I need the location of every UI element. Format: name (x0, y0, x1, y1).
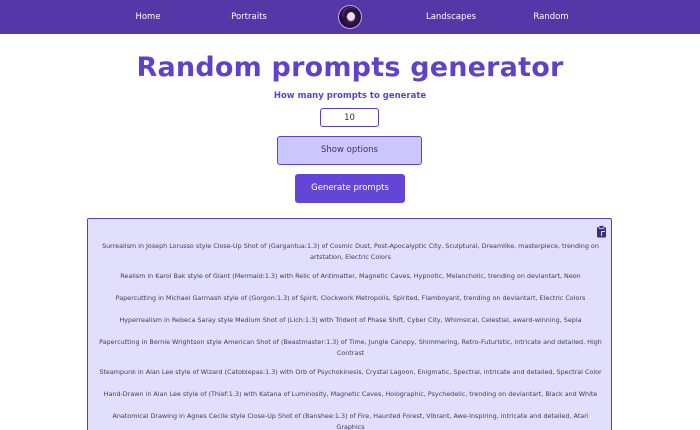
nav-random-link[interactable]: Random (533, 11, 568, 23)
prompt-count-input[interactable] (320, 108, 379, 127)
prompt-item: Steampunk in Alan Lee style of Wizard (C… (99, 368, 602, 376)
top-nav: Home Portraits Landscapes Random (0, 0, 700, 34)
nav-home-link[interactable]: Home (135, 11, 160, 23)
prompt-item: Hyperrealism in Rebeca Saray style Mediu… (119, 316, 582, 324)
prompt-item: Realism in Karol Bak style of Giant (Mer… (120, 272, 581, 280)
prompt-item: Surrealism in Joseph Lorusso style Close… (102, 242, 599, 261)
portrait-avatar-icon[interactable] (338, 5, 362, 29)
prompt-item: Hand-Drawn in Alan Lee style of (Thief:1… (103, 390, 598, 398)
nav-landscapes-link[interactable]: Landscapes (426, 11, 476, 23)
prompt-item: Anatomical Drawing in Agnes Cecile style… (112, 412, 589, 430)
generate-prompts-button[interactable]: Generate prompts (295, 174, 405, 203)
page-title: Random prompts generator (136, 52, 564, 83)
nav-portraits-link[interactable]: Portraits (231, 11, 267, 23)
show-options-button[interactable]: Show options (277, 136, 422, 165)
prompts-output-panel: Surrealism in Joseph Lorusso style Close… (87, 218, 612, 430)
prompt-item: Papercutting in Michael Garmash style of… (115, 294, 586, 302)
prompt-count-label: How many prompts to generate (273, 91, 427, 101)
prompt-item: Papercutting in Bernie Wrightson style A… (99, 338, 602, 357)
clipboard-copy-icon[interactable] (596, 225, 607, 238)
prompt-list: Surrealism in Joseph Lorusso style Close… (98, 241, 603, 430)
